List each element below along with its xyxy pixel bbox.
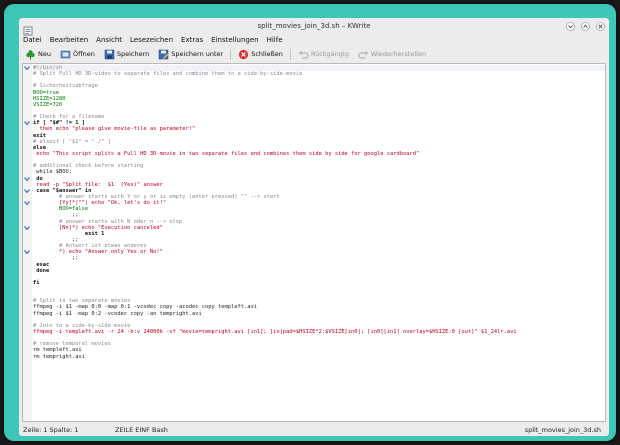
undo-button[interactable]: Rückgängig [296,48,351,61]
code-text: *) echo "Answer only Yes or No!" [33,249,163,256]
menu-bar: Datei Bearbeiten Ansicht Lesezeichen Ext… [19,34,609,46]
toolbar-separator [230,48,232,60]
toolbar: Neu Öffnen Speichern Speichern unter Sch… [19,46,609,62]
new-document-icon [25,49,36,60]
text-editor[interactable]: #!/bin/sh # Split Full HD 3D-video to sep… [22,63,606,422]
code-text: # Split in two separate movies [33,298,131,305]
code-text: [Nn]*) echo "Execution canceled" [33,224,163,231]
minimize-icon[interactable] [565,21,575,31]
code-text: while $BOO; [33,169,72,176]
code-text: else [33,144,46,151]
maximize-icon[interactable] [580,21,590,31]
app-icon[interactable] [23,21,33,36]
fold-arrow-icon[interactable] [24,250,30,255]
code-text: # Check for a filename [33,114,105,121]
code-text: #!/bin/sh [33,65,63,71]
fold-arrow-icon[interactable] [24,225,30,230]
menu-einstellungen[interactable]: Einstellungen [211,36,258,44]
close-label: Schließen [251,50,283,58]
redo-label: Wiederherstellen [370,50,427,58]
code-text: HSIZE=1280 [33,95,66,102]
menu-ansicht[interactable]: Ansicht [96,36,122,44]
code-text: ffmpeg -i templeft.avi -r 24 -b:v 24000k… [33,329,517,336]
code-text: ;; [33,236,79,243]
menu-extras[interactable]: Extras [181,36,203,44]
menu-lesezeichen[interactable]: Lesezeichen [130,36,173,44]
code-text: exit [33,132,46,139]
fold-arrow-icon[interactable] [24,201,30,206]
undo-icon [298,49,309,60]
undo-label: Rückgängig [310,50,349,58]
save-as-label: Speichern unter [171,50,224,58]
open-button[interactable]: Öffnen [58,48,97,61]
save-button[interactable]: Speichern [102,48,151,61]
code-text: do [33,175,43,182]
code-text: if [ "$#" != 1 ] [33,120,85,127]
code-line[interactable]: rm tempright.avi [33,354,605,360]
save-icon [104,49,115,60]
open-label: Öffnen [72,50,95,58]
code-text: rm templeft.avi [33,347,82,354]
code-text: echo "This script splits a Full HD 3D-mo… [33,150,420,157]
kwrite-window: split_movies_join_3d.sh – KWrite Datei B… [19,18,609,436]
code-text: [Yy]*|"") echo "Ok, let's do it!" [33,200,167,207]
folding-gutter[interactable] [23,64,32,421]
status-bar: Zeile: 1 Spalte: 1 ZEILE EINF Bash split… [19,423,609,436]
code-text: exit 1 [33,230,105,237]
redo-button[interactable]: Wiederherstellen [356,48,428,61]
new-label: Neu [38,50,51,58]
fold-arrow-icon[interactable] [24,188,30,193]
status-filename: split_movies_join_3d.sh [524,425,601,434]
fold-arrow-icon[interactable] [24,121,30,126]
code-text: # additional check before starting [33,163,144,170]
save-label: Speichern [116,50,150,58]
code-area[interactable]: #!/bin/sh # Split Full HD 3D-video to sep… [24,65,605,360]
new-button[interactable]: Neu [23,48,53,61]
code-text: fi [33,279,40,286]
fold-arrow-icon[interactable] [24,66,30,70]
code-text: BOO=true [33,89,59,96]
menu-hilfe[interactable]: Hilfe [267,36,283,44]
code-text: case "$answer" in [33,187,92,194]
close-button[interactable]: Schließen [236,48,285,61]
save-as-button[interactable]: Speichern unter [156,48,225,61]
cursor-position: Zeile: 1 Spalte: 1 [23,425,79,434]
menu-datei[interactable]: Datei [23,36,42,44]
code-text: esac [33,261,50,268]
code-text: then echo "please give movie-file as par… [33,126,196,133]
code-text: done [33,267,50,274]
code-text: ffmpeg -i $1 -map 0:0 -map 0:1 -vcodec c… [33,304,257,311]
code-text: read -p "Split file: $1 (Yes)" answer [33,181,163,188]
window-title: split_movies_join_3d.sh – KWrite [257,22,371,30]
code-text: VSIZE=720 [33,101,63,108]
code-text: ;; [33,255,79,262]
code-text: # Split Full HD 3D-video to separate fil… [33,71,303,78]
code-text: # Sicherheitsabfrage [33,83,98,90]
editor-mode[interactable]: ZEILE EINF Bash [115,426,168,434]
code-text: # Antwort ist etwas anderes [33,243,147,250]
redo-icon [358,49,369,60]
close-icon [238,49,249,60]
code-text: ffmpeg -i $1 -map 0:2 -vcodec copy -an t… [33,310,202,317]
title-bar[interactable]: split_movies_join_3d.sh – KWrite [19,18,609,36]
code-text: BOO=false [33,206,89,213]
code-text: # elseif [ "$1" = "./" ] [33,138,111,145]
code-text: # Join to a side-by-side-movie [33,322,131,329]
code-text: # answer starts with Y or y or is empty … [33,193,280,200]
save-as-icon [158,49,169,60]
open-folder-icon [60,49,71,60]
code-text: rm tempright.avi [33,353,85,360]
code-text: # answer starts with N oder n --> stop [33,218,183,225]
desktop-frame: split_movies_join_3d.sh – KWrite Datei B… [4,4,616,441]
code-text: # remove temporal movies [33,341,111,348]
code-text: ;; [33,212,79,219]
toolbar-separator [289,48,291,60]
menu-bearbeiten[interactable]: Bearbeiten [50,36,88,44]
fold-arrow-icon[interactable] [24,176,30,181]
close-window-icon[interactable] [595,21,605,31]
